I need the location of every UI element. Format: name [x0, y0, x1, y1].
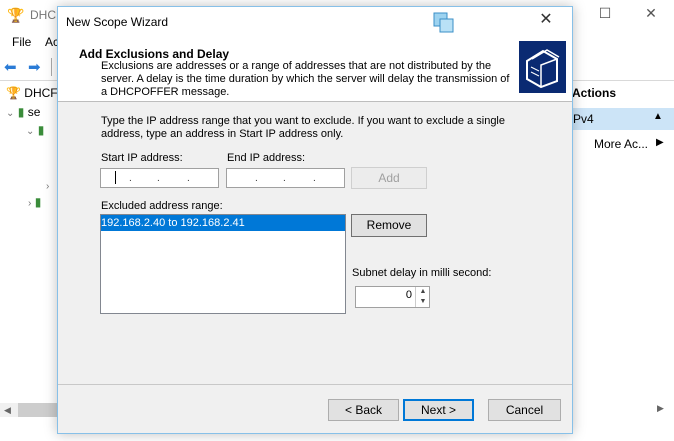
divider: [58, 384, 572, 385]
maximize-icon[interactable]: ☐: [590, 5, 620, 25]
folder-icon: ▮: [34, 195, 42, 209]
cancel-button[interactable]: Cancel: [488, 399, 561, 421]
start-ip-input[interactable]: ...: [100, 168, 219, 188]
menu-file[interactable]: File: [12, 35, 31, 49]
spin-down-icon[interactable]: ▼: [415, 297, 430, 307]
add-button[interactable]: Add: [351, 167, 427, 189]
scroll-right-icon[interactable]: ▶: [657, 403, 664, 414]
dhcp-icon: 🏆: [6, 86, 21, 100]
end-ip-input[interactable]: ...: [226, 168, 345, 188]
collapse-up-icon[interactable]: ▲: [653, 111, 663, 122]
next-button[interactable]: Next >: [403, 399, 474, 421]
wizard-title: New Scope Wizard: [66, 15, 169, 29]
actions-header: Actions: [572, 86, 617, 100]
chevron-right-icon[interactable]: ›: [28, 198, 31, 209]
toolbar-separator: [51, 58, 52, 76]
spin-up-icon[interactable]: ▲: [415, 287, 430, 297]
tree-ipv6[interactable]: › ▮: [28, 195, 41, 209]
windows-stack-icon: [433, 12, 454, 33]
subnet-delay-label: Subnet delay in milli second:: [352, 267, 492, 279]
subnet-delay-value[interactable]: 0: [356, 289, 412, 301]
remove-button[interactable]: Remove: [351, 214, 427, 237]
tree-server-label: se: [27, 105, 41, 119]
documents-folder-icon: [519, 41, 566, 93]
server-icon: ▮: [17, 105, 25, 119]
scroll-left-icon[interactable]: ◀: [4, 403, 11, 417]
more-actions-link[interactable]: More Ac...: [594, 137, 648, 151]
scrollbar-thumb[interactable]: [18, 403, 58, 417]
instructions-text: Type the IP address range that you want …: [101, 115, 505, 140]
actions-selected-label: Pv4: [573, 112, 594, 126]
text-caret: [115, 171, 116, 184]
excluded-range-label: Excluded address range:: [101, 200, 223, 212]
list-item[interactable]: 192.168.2.40 to 192.168.2.41: [101, 215, 345, 231]
folder-icon: ▮: [37, 123, 45, 137]
chevron-right-icon[interactable]: ›: [46, 181, 49, 192]
tree-root-label: DHCF: [24, 86, 58, 100]
forward-arrow-icon[interactable]: ➡: [28, 58, 41, 76]
console-title: DHC: [30, 8, 56, 22]
back-button[interactable]: < Back: [328, 399, 399, 421]
page-description: Exclusions are addresses or a range of a…: [101, 60, 510, 98]
close-icon[interactable]: ✕: [531, 9, 561, 31]
chevron-down-icon[interactable]: ⌄: [6, 108, 14, 119]
tree-ipv4[interactable]: ⌄ ▮: [26, 123, 44, 137]
tree-collapsed-node[interactable]: ›: [46, 178, 49, 192]
chevron-right-icon[interactable]: ▶: [656, 137, 664, 148]
dhcp-app-icon: 🏆: [7, 7, 25, 23]
page-heading: Add Exclusions and Delay: [79, 47, 230, 61]
start-ip-label: Start IP address:: [101, 152, 183, 164]
back-arrow-icon[interactable]: ⬅: [4, 58, 17, 76]
actions-pane: [572, 82, 674, 402]
end-ip-label: End IP address:: [227, 152, 306, 164]
tree-server[interactable]: ⌄ ▮ se: [6, 105, 40, 119]
close-icon[interactable]: ✕: [636, 5, 666, 25]
tree-root[interactable]: 🏆 DHCF: [6, 86, 58, 100]
chevron-down-icon[interactable]: ⌄: [26, 126, 34, 137]
